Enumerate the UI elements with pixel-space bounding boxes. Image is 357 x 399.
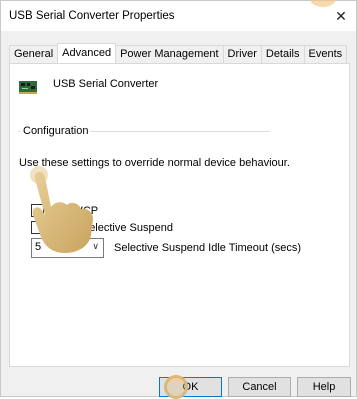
tab-details[interactable]: Details	[260, 45, 305, 63]
properties-window: USB Serial Converter Properties ✕ Genera…	[0, 0, 357, 399]
selective-suspend-row[interactable]: able Selective Suspend	[31, 221, 173, 234]
load-vcp-label: Load VCP	[48, 204, 99, 217]
tab-driver[interactable]: Driver	[222, 45, 262, 63]
tab-strip: General Advanced Power Management Driver…	[9, 43, 348, 63]
timeout-dropdown[interactable]: 5 ∨	[31, 238, 104, 258]
timeout-label: Selective Suspend Idle Timeout (secs)	[114, 242, 302, 254]
device-name: USB Serial Converter	[53, 78, 159, 90]
cancel-button[interactable]: Cancel	[228, 377, 291, 397]
tap-indicator	[164, 375, 188, 399]
advanced-panel: USB Serial Converter Configuration Use t…	[9, 63, 350, 367]
chevron-down-icon: ∨	[92, 241, 99, 251]
timeout-value: 5	[35, 241, 42, 253]
tab-events[interactable]: Events	[303, 45, 348, 63]
load-vcp-row[interactable]: Load VCP	[31, 204, 98, 217]
circuit-board-icon	[19, 81, 37, 94]
configuration-label: Configuration	[21, 125, 91, 137]
window-title: USB Serial Converter Properties	[9, 10, 175, 22]
title-bar: USB Serial Converter Properties ✕	[1, 0, 356, 31]
tab-power-management[interactable]: Power Management	[115, 45, 224, 63]
load-vcp-checkbox[interactable]	[31, 204, 44, 217]
help-button[interactable]: Help	[297, 377, 351, 397]
tab-advanced[interactable]: Advanced	[57, 43, 117, 63]
selective-suspend-checkbox[interactable]	[31, 221, 44, 234]
configuration-description: Use these settings to override normal de…	[19, 157, 290, 169]
tab-general[interactable]: General	[9, 45, 59, 63]
selective-suspend-label: able Selective Suspend	[58, 221, 173, 234]
close-button[interactable]: ✕	[326, 1, 356, 31]
